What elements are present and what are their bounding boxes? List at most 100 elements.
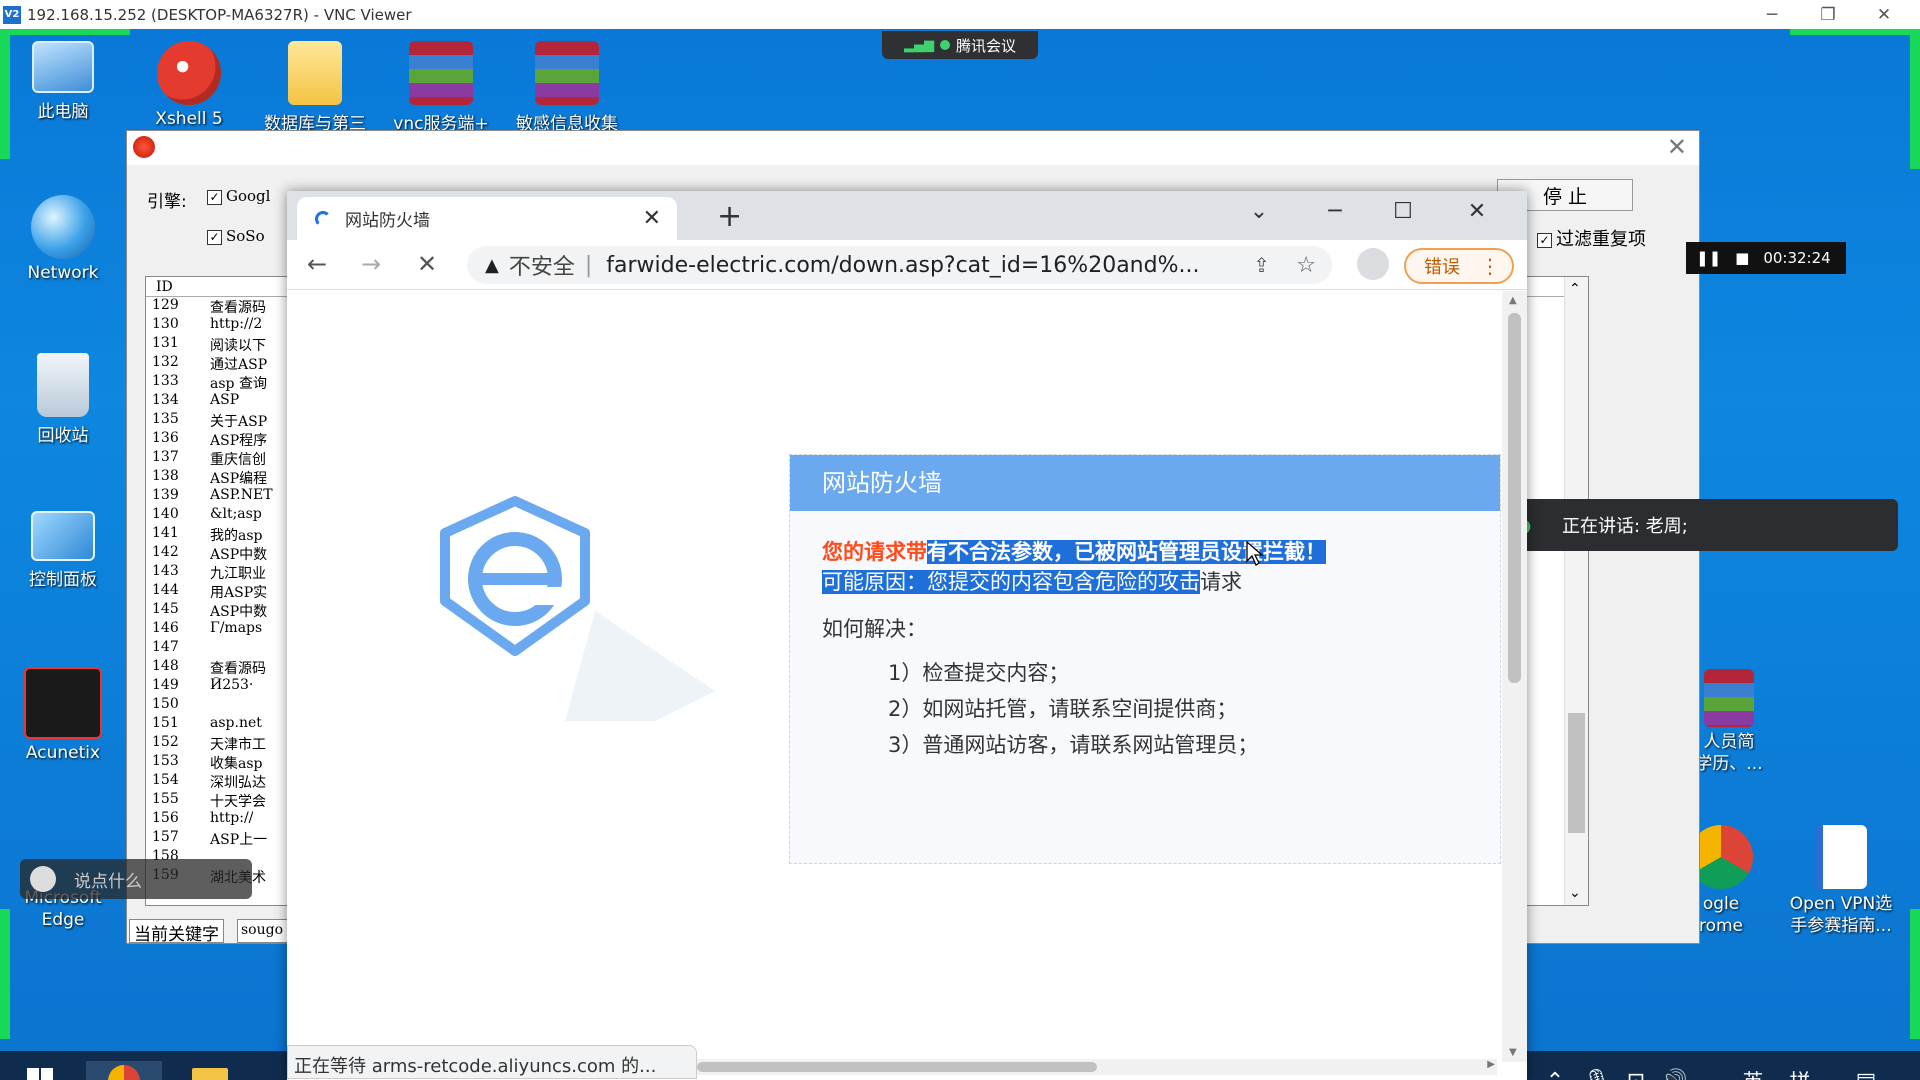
desktop-icon-xshell[interactable]: Xshell 5 xyxy=(134,41,244,129)
row-id: 152 xyxy=(152,734,179,750)
stop-loading-icon[interactable]: ✕ xyxy=(417,250,437,278)
scroll-down-icon[interactable]: ⌄ xyxy=(1569,885,1581,901)
list-scrollbar[interactable]: ⌃ ⌄ xyxy=(1564,277,1588,905)
app-close-button[interactable]: ✕ xyxy=(1667,133,1687,161)
scroll-right-icon[interactable]: ▶ xyxy=(1487,1059,1495,1070)
row-id: 141 xyxy=(152,525,179,541)
how-to-solve-title: 如何解决： xyxy=(822,617,927,641)
pause-icon[interactable]: ❚❚ xyxy=(1696,249,1721,267)
desktop-icon-network[interactable]: Network xyxy=(8,195,118,283)
horizontal-scrollbar[interactable]: ▶ xyxy=(697,1059,1497,1075)
taskbar-chrome[interactable] xyxy=(86,1061,162,1080)
tray-network-icon[interactable]: ⊡ xyxy=(1618,1061,1654,1080)
taskbar-file-explorer[interactable] xyxy=(180,1061,240,1080)
recording-indicator: ❚❚ ■ 00:32:24 xyxy=(1686,242,1846,274)
list-scroll-thumb[interactable] xyxy=(1568,713,1585,833)
vnc-title-bar: V2 192.168.15.252 (DESKTOP-MA6327R) - VN… xyxy=(0,0,1920,29)
bookmark-star-icon[interactable]: ☆ xyxy=(1296,253,1316,278)
tab-close-icon[interactable]: ✕ xyxy=(643,206,661,231)
row-id: 142 xyxy=(152,544,179,560)
checkbox-box[interactable]: ✓ xyxy=(207,189,222,205)
desktop-icon-label: 回收站 xyxy=(37,426,89,446)
desktop-icon-vnc-server[interactable]: vnc服务端+ xyxy=(386,41,496,134)
row-id: 139 xyxy=(152,487,179,503)
engine-google-checkbox[interactable]: ✓ Googl xyxy=(207,187,270,205)
engine-soso-checkbox[interactable]: ✓ SoSo xyxy=(207,227,265,245)
address-bar[interactable]: ▲ 不安全 | farwide-electric.com/down.asp?ca… xyxy=(467,246,1332,284)
filter-label: 过滤重复项 xyxy=(1556,229,1646,250)
desktop-icon-db-folder[interactable]: 数据库与第三 xyxy=(260,41,370,134)
tab-firewall[interactable]: 网站防火墙 ✕ xyxy=(297,197,677,240)
row-id: 136 xyxy=(152,430,179,446)
desktop-icon-this-pc[interactable]: 此电脑 xyxy=(8,41,118,122)
warning-icon: ▲ xyxy=(485,254,499,276)
share-border xyxy=(1790,29,1920,35)
row-id: 156 xyxy=(152,810,179,826)
solution-step: 2）如网站托管，请联系空间提供商； xyxy=(888,697,1238,721)
status-bubble: 正在等待 arms-retcode.aliyuncs.com 的... xyxy=(287,1045,697,1079)
tray-ime-lang[interactable]: 英 xyxy=(1736,1061,1770,1080)
status-dot-icon xyxy=(939,40,950,50)
start-button[interactable] xyxy=(20,1061,60,1080)
share-icon[interactable]: ⇪ xyxy=(1253,253,1270,277)
vnc-app-icon: V2 xyxy=(3,5,21,24)
desktop-icon-vpn-doc[interactable]: Open VPN选 手参赛指南... xyxy=(1776,825,1906,937)
forward-icon[interactable]: → xyxy=(361,250,381,278)
checkbox-box[interactable]: ✓ xyxy=(207,229,222,245)
row-id: 138 xyxy=(152,468,179,484)
engine-name: SoSo xyxy=(226,227,265,245)
vnc-minimize-button[interactable]: ─ xyxy=(1744,0,1800,29)
tray-expand-icon[interactable]: ⌃ xyxy=(1538,1061,1572,1080)
vnc-close-button[interactable]: ✕ xyxy=(1856,0,1912,29)
row-id: 144 xyxy=(152,582,179,598)
speaking-text: 正在讲话: 老周; xyxy=(1562,516,1688,537)
desktop-icon-control-panel[interactable]: 控制面板 xyxy=(8,511,118,590)
stop-record-icon[interactable]: ■ xyxy=(1735,249,1749,267)
tray-mic-icon[interactable]: 🎙 xyxy=(1580,1061,1614,1080)
row-id: 147 xyxy=(152,639,179,655)
vnc-restore-button[interactable]: ❐ xyxy=(1800,0,1856,29)
recycle-bin-icon xyxy=(37,353,89,417)
url-text: farwide-electric.com/down.asp?cat_id=16%… xyxy=(606,252,1200,278)
desktop-icon-recycle-bin[interactable]: 回收站 xyxy=(8,353,118,446)
tencent-meeting-bar[interactable]: ▂▄▆ 腾讯会议 xyxy=(882,31,1038,59)
desktop-icon-label: Acunetix xyxy=(25,743,101,763)
meeting-chat-input[interactable]: 说点什么 xyxy=(20,859,252,899)
menu-kebab-icon[interactable]: ⋮ xyxy=(1480,254,1500,278)
notification-center-icon[interactable]: ▤ xyxy=(1848,1061,1884,1080)
close-window-button[interactable]: ✕ xyxy=(1447,191,1507,231)
row-id: 154 xyxy=(152,772,179,788)
desktop-icon-label: Network xyxy=(27,263,99,283)
tray-cloud-icon[interactable]: ☁ xyxy=(1698,1061,1734,1080)
app-logo-icon xyxy=(133,136,155,158)
emoji-icon[interactable] xyxy=(30,866,56,892)
browser-toolbar: ← → ✕ ▲ 不安全 | farwide-electric.com/down.… xyxy=(287,240,1527,290)
computer-icon xyxy=(32,41,94,93)
desktop-icon-info-collect[interactable]: 敏感信息收集 xyxy=(512,41,622,134)
minimize-button[interactable]: ─ xyxy=(1305,191,1365,231)
new-tab-button[interactable]: + xyxy=(717,199,742,234)
scroll-up-icon[interactable]: ⌃ xyxy=(1569,281,1581,297)
maximize-button[interactable]: ☐ xyxy=(1373,191,1433,231)
tray-volume-icon[interactable]: 🔊 xyxy=(1656,1061,1692,1080)
scroll-up-icon[interactable]: ▲ xyxy=(1509,295,1517,306)
page-content: 网站防火墙 您的请求带有不合法参数，已被网站管理员设置拦截！ 可能原因：您提交的… xyxy=(287,291,1502,1062)
error-button[interactable]: 错误 ⋮ xyxy=(1404,248,1514,284)
scroll-thumb[interactable] xyxy=(1508,313,1521,683)
loading-spinner-icon xyxy=(315,210,331,227)
scroll-down-icon[interactable]: ▼ xyxy=(1509,1047,1517,1058)
tray-ime-mode[interactable]: 拼 xyxy=(1782,1061,1818,1080)
profile-avatar[interactable] xyxy=(1357,248,1389,286)
checkbox-box[interactable]: ✓ xyxy=(1537,232,1552,248)
back-icon[interactable]: ← xyxy=(307,250,327,278)
page-scrollbar[interactable]: ▲ ▼ xyxy=(1502,291,1527,1062)
reason-rest: 请求 xyxy=(1200,570,1242,594)
tab-search-icon[interactable]: ⌄ xyxy=(1229,191,1289,231)
row-id: 148 xyxy=(152,658,179,674)
speaking-indicator: ● 正在讲话: 老周; xyxy=(1492,499,1898,551)
row-id: 140 xyxy=(152,506,179,522)
message-part1: 您的请求带 xyxy=(822,540,927,564)
filter-duplicates-checkbox[interactable]: ✓ 过滤重复项 xyxy=(1537,225,1646,251)
desktop-icon-acunetix[interactable]: Acunetix xyxy=(8,667,118,763)
h-scroll-thumb[interactable] xyxy=(697,1062,1097,1072)
